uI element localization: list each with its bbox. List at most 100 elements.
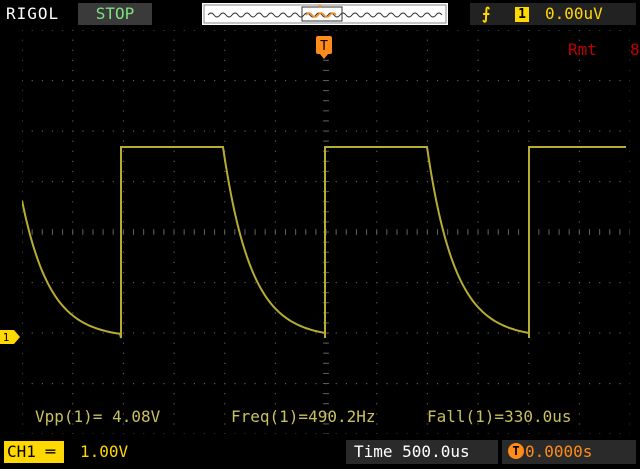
grid-dot: [629, 201, 630, 203]
grid-dot: [477, 332, 479, 334]
grid-dot: [203, 383, 206, 385]
grid-dot: [224, 241, 226, 243]
grid-dot: [629, 292, 630, 294]
center-tick: [518, 229, 520, 235]
grid-dot: [82, 433, 84, 434]
grid-dot: [457, 332, 459, 334]
channel-1-ground-marker[interactable]: 1: [0, 329, 20, 348]
grid-dot: [183, 130, 185, 132]
grid-dot: [426, 80, 429, 82]
grid-dot: [315, 332, 317, 334]
grid-dot: [122, 160, 125, 162]
grid-dot: [629, 332, 630, 334]
center-tick: [376, 229, 378, 235]
center-tick: [406, 229, 408, 235]
grid-dot: [224, 251, 226, 253]
grid-dot: [376, 49, 378, 51]
grid-dot: [629, 120, 630, 122]
grid-dot: [376, 191, 378, 193]
grid-dot: [224, 140, 226, 142]
grid-dot: [122, 59, 125, 61]
grid-dot: [578, 140, 581, 142]
grid-dot: [31, 433, 33, 434]
center-tick: [323, 393, 329, 395]
center-tick: [366, 229, 368, 235]
grid-dot: [578, 302, 581, 304]
grid-dot: [609, 80, 611, 82]
grid-dot: [153, 130, 155, 132]
channel-scale[interactable]: 1.00V: [80, 441, 128, 463]
grid-dot: [173, 140, 175, 142]
grid-dot: [528, 140, 530, 142]
center-tick: [588, 229, 590, 235]
grid-dot: [315, 130, 317, 132]
grid-dot: [82, 80, 84, 82]
grid-dot: [507, 282, 510, 284]
grid-dot: [629, 352, 630, 354]
grid-dot: [92, 130, 94, 132]
grid-dot: [507, 130, 510, 132]
grid-dot: [497, 282, 499, 284]
grid-dot: [102, 433, 104, 434]
grid-dot: [447, 383, 449, 385]
trigger-position-marker[interactable]: T: [315, 36, 333, 64]
grid-dot: [224, 413, 226, 415]
grid-dot: [132, 130, 135, 132]
grid-dot: [335, 332, 337, 334]
grid-dot: [629, 322, 630, 324]
grid-dot: [578, 130, 581, 132]
grid-dot: [507, 383, 510, 385]
grid-dot: [72, 352, 74, 354]
grid-dot: [528, 100, 530, 102]
grid-dot: [92, 383, 94, 385]
grid-dot: [72, 393, 74, 395]
grid-dot: [518, 282, 520, 284]
grid-dot: [274, 261, 277, 263]
grid-dot: [416, 30, 418, 31]
grid-dot: [629, 140, 630, 142]
grid-dot: [345, 130, 347, 132]
grid-dot: [345, 181, 347, 183]
center-tick: [183, 229, 185, 235]
grid-dot: [173, 49, 175, 51]
grid-dot: [274, 110, 277, 112]
grid-dot: [72, 221, 74, 223]
grid-dot: [426, 433, 429, 434]
grid-dot: [173, 282, 175, 284]
grid-dot: [173, 332, 175, 334]
grid-dot: [568, 30, 570, 31]
grid-dot: [72, 383, 74, 385]
grid-dot: [376, 312, 378, 314]
grid-dot: [507, 80, 510, 82]
grid-dot: [619, 383, 621, 385]
grid-dot: [122, 251, 125, 253]
channel-1-badge[interactable]: CH1 ═: [4, 441, 64, 463]
grid-dot: [376, 302, 378, 304]
grid-dot: [82, 332, 84, 334]
grid-dot: [224, 433, 226, 434]
grid-dot: [578, 342, 581, 344]
grid-dot: [315, 433, 317, 434]
grid-dot: [528, 120, 530, 122]
grid-dot: [72, 372, 74, 375]
grid-dot: [224, 352, 226, 354]
grid-dot: [426, 282, 429, 284]
grid-dot: [193, 433, 195, 434]
grid-dot: [599, 130, 601, 132]
grid-dot: [436, 181, 439, 183]
grid-dot: [72, 322, 74, 324]
center-tick: [244, 229, 246, 235]
grid-dot: [122, 261, 125, 263]
grid-dot: [376, 342, 378, 344]
trigger-marker-label: T: [320, 39, 328, 54]
grid-dot: [173, 413, 175, 415]
run-status-badge[interactable]: STOP: [78, 3, 152, 25]
grid-dot: [224, 181, 226, 183]
grid-dot: [447, 433, 449, 434]
grid-dot: [72, 39, 74, 41]
center-tick: [274, 229, 276, 235]
grid-dot: [376, 120, 378, 122]
grid-dot: [416, 282, 418, 284]
grid-dot: [173, 423, 175, 425]
grid-dot: [355, 282, 358, 284]
